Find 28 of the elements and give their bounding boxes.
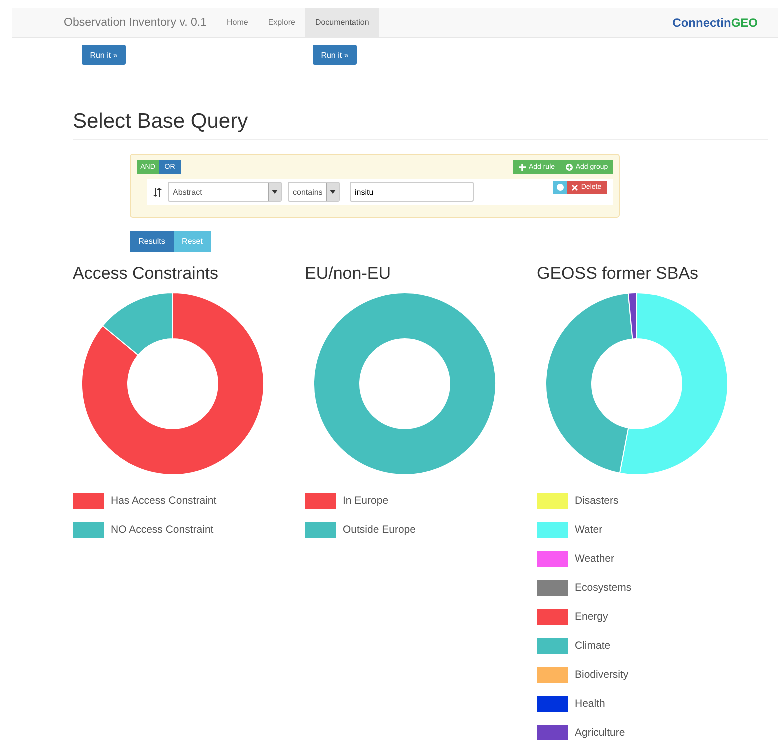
legend-label: NO Access Constraint [111, 524, 214, 536]
legend-label: Health [575, 698, 606, 710]
action-button[interactable]: Results [130, 231, 174, 252]
value-input[interactable]: insitu [350, 182, 474, 202]
legend-label: In Europe [343, 495, 389, 507]
legend-label: Climate [575, 640, 611, 652]
nav-link[interactable]: Explore [258, 8, 306, 37]
operator-select[interactable]: contains [288, 182, 340, 202]
run-button[interactable]: Run it » [82, 45, 126, 65]
chart-title: GEOSS former SBAs [537, 264, 700, 284]
chart-title: Access Constraints [73, 264, 220, 284]
legend-label: Disasters [575, 495, 619, 507]
legend-label: Has Access Constraint [111, 495, 217, 507]
legend-label: Ecosystems [575, 582, 632, 594]
brand-title[interactable]: Observation Inventory v. 0.1 [64, 16, 207, 28]
legend-label: Water [575, 524, 603, 536]
field-select[interactable]: Abstract [168, 182, 282, 202]
logo: ConnectinGEO [672, 16, 758, 30]
legend-label: Agriculture [575, 727, 626, 739]
chart-title: EU/non-EU [305, 264, 392, 284]
legend-label: Weather [575, 553, 614, 565]
nav-link[interactable]: Documentation [305, 8, 380, 37]
legend-label: Biodiversity [575, 669, 629, 681]
page-heading: Select Base Query [73, 110, 768, 140]
run-button[interactable]: Run it » [313, 45, 357, 65]
nav-link[interactable]: Home [216, 8, 258, 37]
legend-label: Energy [575, 611, 608, 623]
legend-label: Outside Europe [343, 524, 416, 536]
